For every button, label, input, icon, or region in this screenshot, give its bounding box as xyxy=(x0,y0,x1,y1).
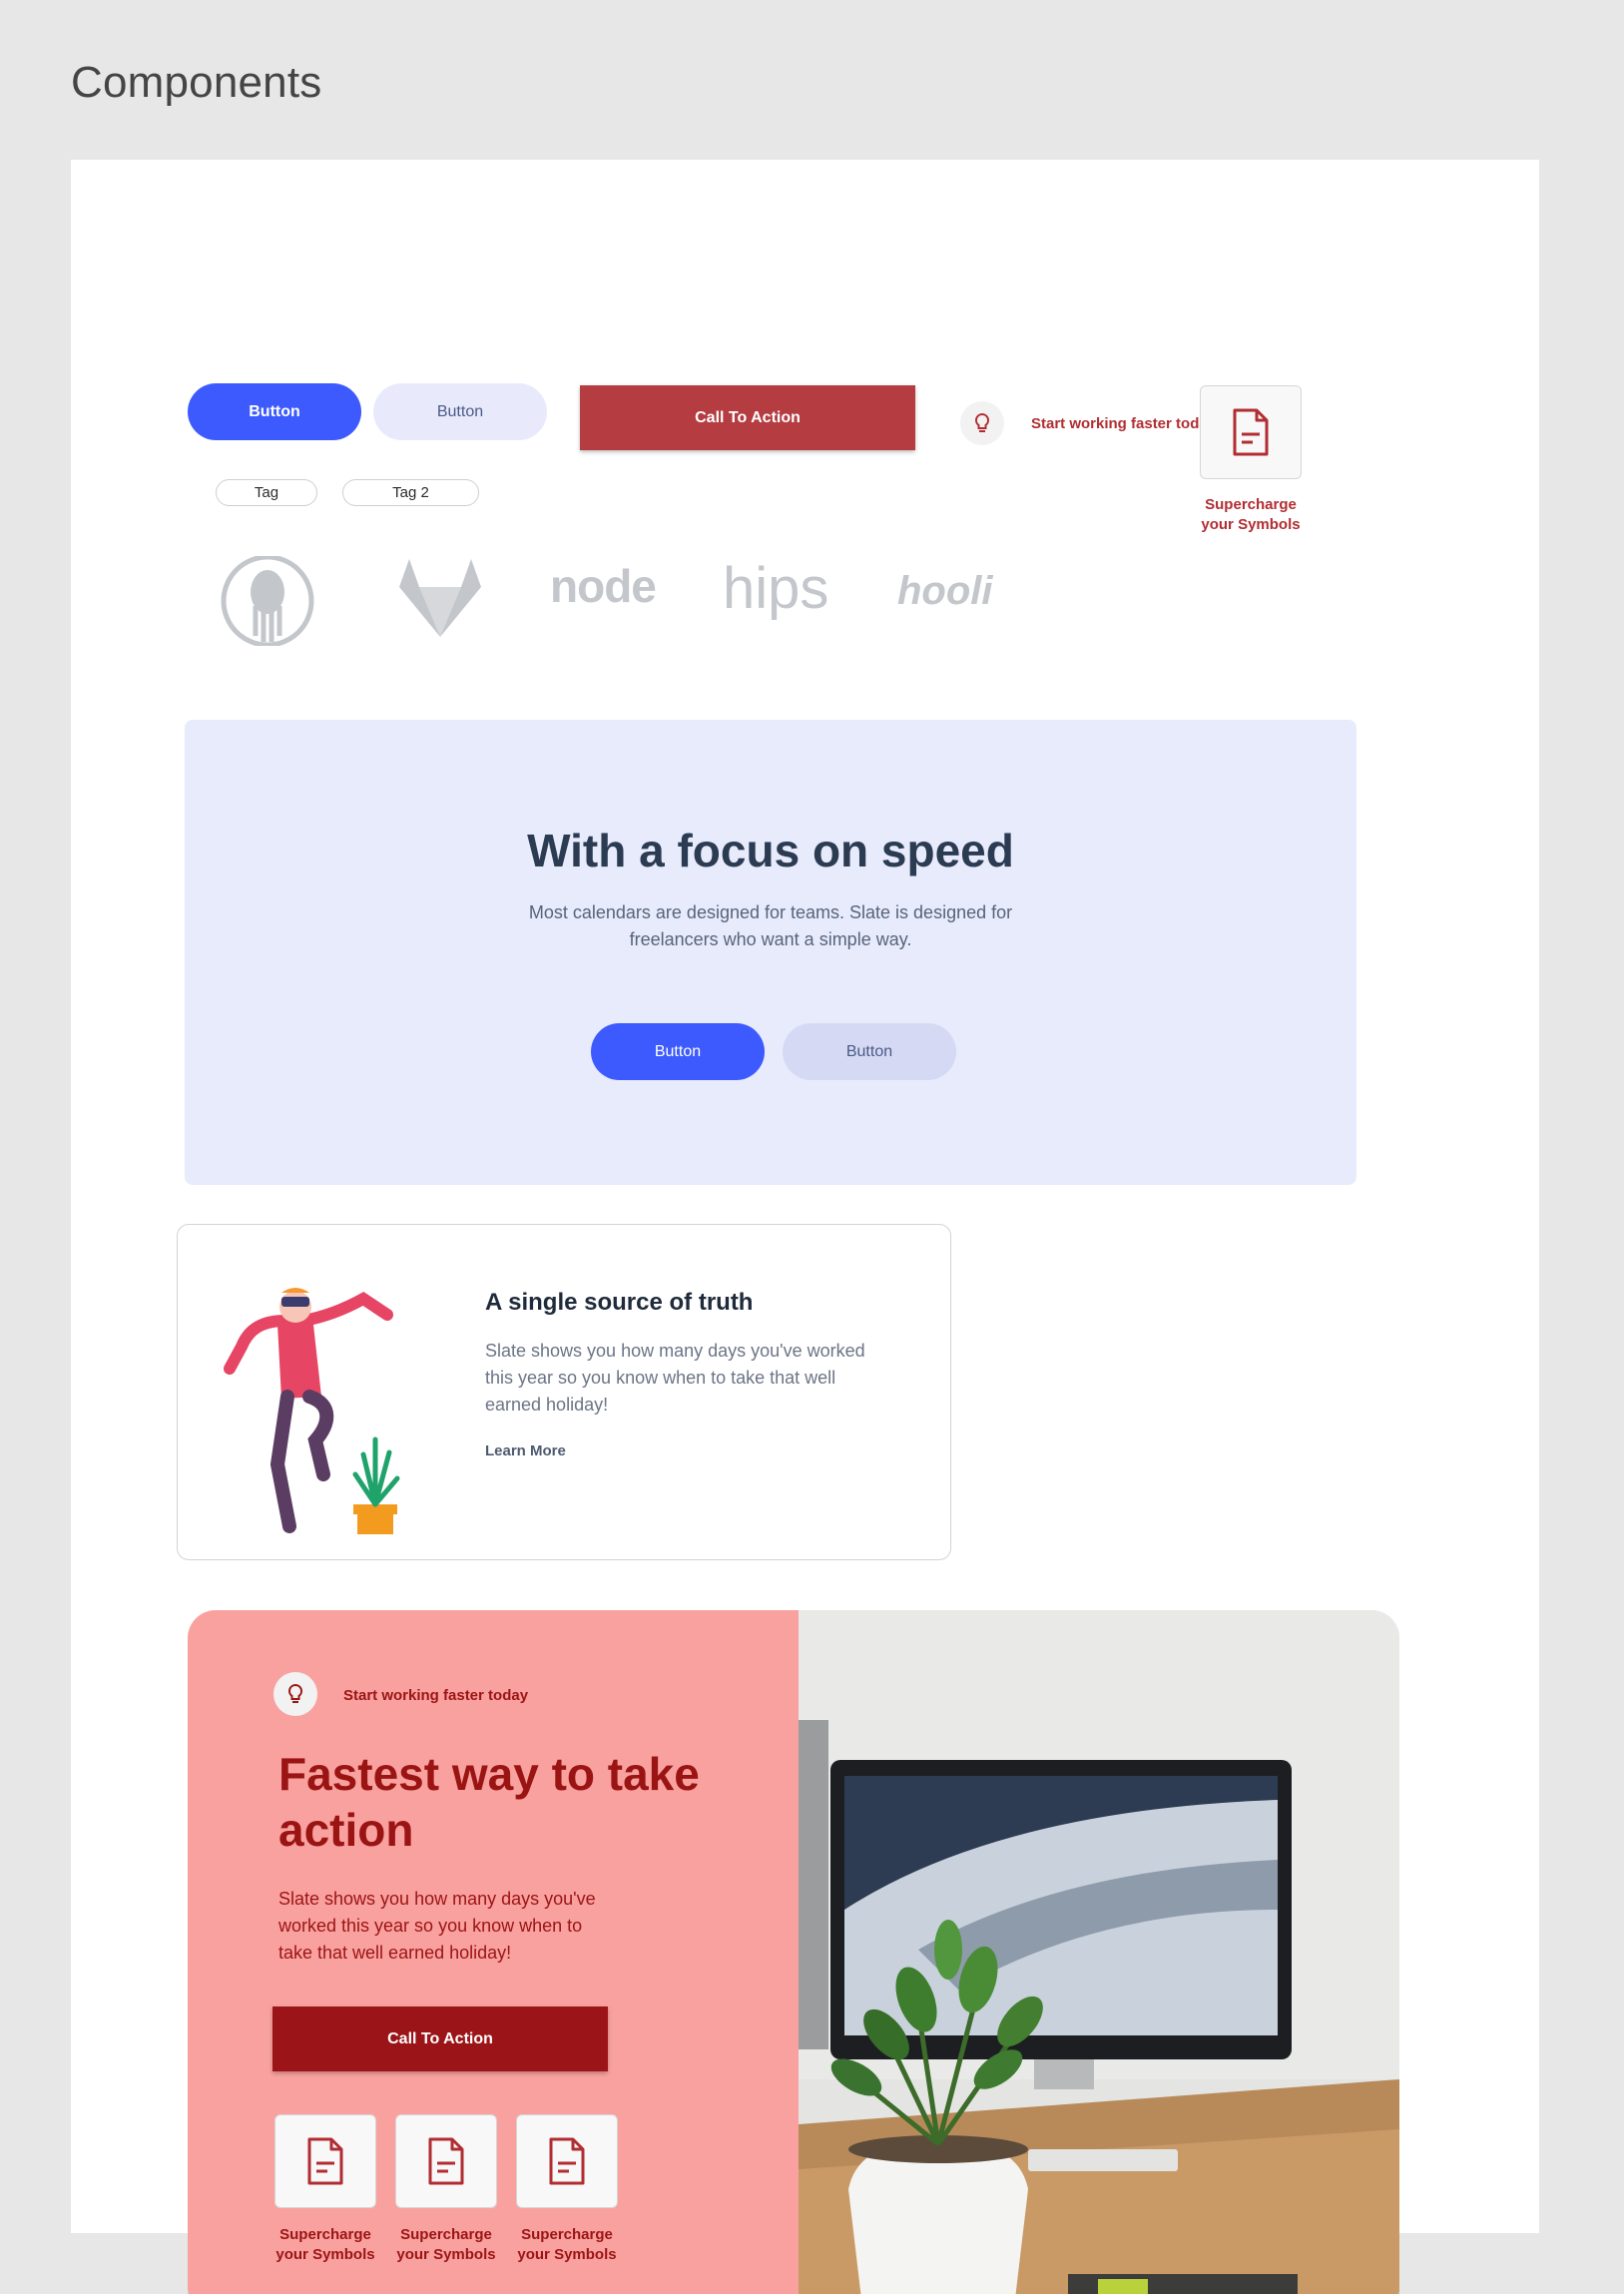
symbol-caption: Supercharge your Symbols xyxy=(517,2226,617,2263)
gitlab-logo xyxy=(399,559,481,637)
symbol-card[interactable] xyxy=(274,2114,376,2208)
symbol-caption: Supercharge your Symbols xyxy=(1201,496,1301,533)
feature-body: Slate shows you how many days you've wor… xyxy=(485,1341,865,1415)
hero-secondary-button[interactable]: Button xyxy=(783,1023,956,1080)
page-title: Components xyxy=(71,58,322,107)
symbol-card[interactable] xyxy=(395,2114,497,2208)
tag-chip[interactable]: Tag 2 xyxy=(342,479,479,506)
gitkraken-logo xyxy=(221,556,314,646)
dancing-person-illustration xyxy=(224,1288,400,1534)
promo-body: Slate shows you how many days you've wor… xyxy=(278,1889,596,1963)
hero-section: With a focus on speed Most calendars are… xyxy=(185,720,1356,1185)
promo-call-to-action-button[interactable]: Call To Action xyxy=(272,2007,608,2071)
feature-title: A single source of truth xyxy=(485,1289,754,1316)
promo-hint-text: Start working faster today xyxy=(343,1687,529,1704)
hero-title: With a focus on speed xyxy=(527,825,1014,876)
hero-primary-button[interactable]: Button xyxy=(591,1023,765,1080)
desk-photo xyxy=(799,1610,1399,2294)
lightbulb-icon xyxy=(287,1683,303,1703)
node-logo: node xyxy=(550,560,657,612)
document-icon xyxy=(549,2137,585,2185)
hint-text: Start working faster today xyxy=(1031,415,1217,432)
hero-subtitle: Most calendars are designed for teams. S… xyxy=(528,902,1013,949)
hooli-logo: hooli xyxy=(897,569,993,613)
feature-card: A single source of truth Slate shows you… xyxy=(177,1224,951,1560)
hips-logo: hips xyxy=(723,556,829,621)
symbol-caption: Supercharge your Symbols xyxy=(396,2226,496,2263)
primary-button[interactable]: Button xyxy=(188,383,361,440)
components-canvas: Button Button Call To Action Start worki… xyxy=(71,160,1539,2294)
symbol-card[interactable] xyxy=(1200,385,1302,479)
call-to-action-button[interactable]: Call To Action xyxy=(580,385,915,450)
document-icon xyxy=(1233,408,1269,456)
promo-content: Start working faster today Fastest way t… xyxy=(188,1610,799,2294)
document-icon xyxy=(307,2137,343,2185)
promo-hint-badge xyxy=(273,1672,317,1716)
hint-badge xyxy=(960,401,1004,445)
lightbulb-icon xyxy=(974,412,990,432)
symbol-card[interactable] xyxy=(516,2114,618,2208)
desk-photo-illustration xyxy=(799,1610,1399,2294)
promo-section: Start working faster today Fastest way t… xyxy=(188,1610,1399,2294)
symbol-caption: Supercharge your Symbols xyxy=(275,2226,375,2263)
learn-more-link[interactable]: Learn More xyxy=(485,1442,566,1459)
secondary-button[interactable]: Button xyxy=(373,383,547,440)
tag-chip[interactable]: Tag xyxy=(216,479,317,506)
document-icon xyxy=(428,2137,464,2185)
promo-title: Fastest way to take action xyxy=(278,1748,700,1856)
